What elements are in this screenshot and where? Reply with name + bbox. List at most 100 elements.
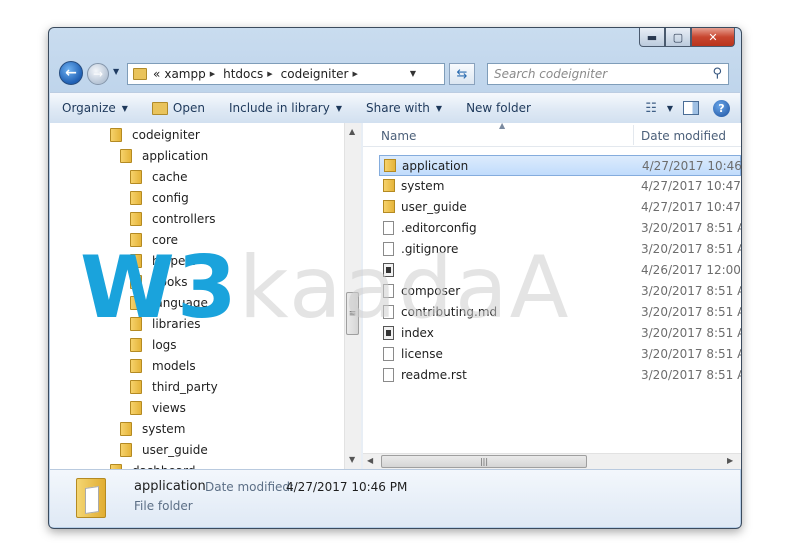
refresh-button[interactable]: ⇆ xyxy=(449,63,475,85)
tree-item[interactable]: logs xyxy=(130,334,177,355)
tree-item[interactable]: models xyxy=(130,355,196,376)
tree-item[interactable]: controllers xyxy=(130,208,216,229)
close-button[interactable]: ✕ xyxy=(691,28,735,47)
folder-icon xyxy=(120,421,132,436)
folder-icon xyxy=(76,478,106,518)
item-type: File folder xyxy=(134,499,193,513)
back-button[interactable]: ← xyxy=(59,61,83,85)
forward-arrow-icon: → xyxy=(92,67,104,81)
scroll-up-icon[interactable]: ▲ xyxy=(349,127,355,136)
tree-item[interactable]: helpers xyxy=(130,250,197,271)
search-icon[interactable]: ⚲ xyxy=(712,66,722,81)
file-row[interactable]: user_guide 4/27/2017 10:47 P xyxy=(363,197,741,218)
tree-item[interactable]: language xyxy=(130,292,208,313)
column-date-modified[interactable]: Date modified xyxy=(641,129,726,143)
tree-item-label: core xyxy=(152,232,178,247)
folder-icon xyxy=(120,148,132,163)
share-with-label: Share with xyxy=(366,101,430,115)
chevron-right-icon[interactable]: ▶ xyxy=(353,70,358,78)
change-view-icon[interactable]: ☷ xyxy=(641,101,661,116)
details-pane: application Date modified: 4/27/2017 10:… xyxy=(50,469,740,527)
file-row[interactable]: 4/26/2017 12:00 A xyxy=(363,260,741,281)
chevron-right-icon[interactable]: ▶ xyxy=(267,70,272,78)
document-icon xyxy=(383,284,394,298)
refresh-icon: ⇆ xyxy=(456,66,468,82)
file-row[interactable]: license 3/20/2017 8:51 AM xyxy=(363,344,741,365)
open-button[interactable]: Open xyxy=(140,96,217,120)
scroll-thumb[interactable]: ||| xyxy=(381,455,587,468)
tree-item[interactable]: dashboard xyxy=(110,460,195,469)
new-folder-button[interactable]: New folder xyxy=(454,96,543,120)
tree-item[interactable]: codeigniter xyxy=(110,124,200,145)
horizontal-scrollbar[interactable]: ◀ ||| ▶ xyxy=(363,453,741,469)
tree-item[interactable]: hooks xyxy=(130,271,188,292)
folder-icon xyxy=(130,253,142,268)
column-divider[interactable] xyxy=(633,125,634,145)
preview-pane-icon[interactable] xyxy=(683,101,699,115)
explorer-window: ▬ ▢ ✕ ← → ▼ « xampp ▶ htdocs ▶ codeignit… xyxy=(48,27,742,529)
folder-icon xyxy=(120,442,132,457)
chevron-right-icon[interactable]: ▶ xyxy=(210,70,215,78)
tree-item-label: config xyxy=(152,190,189,205)
file-row[interactable]: .editorconfig 3/20/2017 8:51 AI xyxy=(363,218,741,239)
address-bar[interactable]: « xampp ▶ htdocs ▶ codeigniter ▶ ▼ xyxy=(127,63,445,85)
tree-item[interactable]: core xyxy=(130,229,178,250)
scroll-down-icon[interactable]: ▼ xyxy=(349,455,355,464)
include-in-library-menu[interactable]: Include in library ▼ xyxy=(217,96,354,120)
scroll-left-icon[interactable]: ◀ xyxy=(367,456,373,465)
tree-item-label: language xyxy=(152,295,208,310)
tree-item[interactable]: user_guide xyxy=(120,439,208,460)
forward-button[interactable]: → xyxy=(87,63,109,85)
tree-item-label: logs xyxy=(152,337,177,352)
tree-item-label: models xyxy=(152,358,196,373)
application-file-icon xyxy=(383,326,394,340)
column-name[interactable]: Name xyxy=(381,129,416,143)
tree-item[interactable]: application xyxy=(120,145,208,166)
recent-pages-dropdown-icon[interactable]: ▼ xyxy=(113,67,119,76)
navigation-scrollbar[interactable]: ▲ ≡ ▼ xyxy=(344,123,361,469)
help-icon[interactable]: ? xyxy=(713,99,730,117)
file-row[interactable]: contributing.md 3/20/2017 8:51 AM xyxy=(363,302,741,323)
minimize-button[interactable]: ▬ xyxy=(639,28,665,47)
file-row[interactable]: application 4/27/2017 10:46 P xyxy=(379,155,741,176)
tree-item[interactable]: system xyxy=(120,418,185,439)
tree-item[interactable]: libraries xyxy=(130,313,200,334)
file-name: .gitignore xyxy=(401,242,459,256)
document-icon xyxy=(383,305,394,319)
file-row[interactable]: .gitignore 3/20/2017 8:51 AM xyxy=(363,239,741,260)
new-folder-label: New folder xyxy=(466,101,531,115)
scroll-right-icon[interactable]: ▶ xyxy=(727,456,733,465)
tree-item-label: codeigniter xyxy=(132,127,200,142)
organize-menu[interactable]: Organize ▼ xyxy=(50,96,140,120)
folder-icon xyxy=(130,295,142,310)
breadcrumb-htdocs[interactable]: htdocs xyxy=(223,67,263,81)
file-row[interactable]: composer 3/20/2017 8:51 A xyxy=(363,281,741,302)
document-icon xyxy=(383,221,394,235)
breadcrumb-xampp[interactable]: xampp xyxy=(164,67,205,81)
breadcrumb-codeigniter[interactable]: codeigniter xyxy=(281,67,349,81)
tree-item[interactable]: config xyxy=(130,187,189,208)
tree-item-label: user_guide xyxy=(142,442,208,457)
share-with-menu[interactable]: Share with ▼ xyxy=(354,96,454,120)
tree-item[interactable]: cache xyxy=(130,166,188,187)
tree-item-label: application xyxy=(142,148,209,163)
tree-item[interactable]: third_party xyxy=(130,376,218,397)
tree-item-label: controllers xyxy=(152,211,216,226)
tree-item[interactable]: views xyxy=(130,397,186,418)
file-date-modified: 4/26/2017 12:00 A xyxy=(641,263,741,277)
folder-icon xyxy=(383,179,395,192)
file-date-modified: 3/20/2017 8:51 AM xyxy=(641,242,741,256)
tree-item-label: hooks xyxy=(152,274,188,289)
folder-icon xyxy=(130,169,142,184)
application-file-icon xyxy=(383,263,394,277)
address-dropdown-icon[interactable]: ▼ xyxy=(410,69,416,78)
breadcrumb-overflow[interactable]: « xyxy=(153,67,160,81)
search-input[interactable]: Search codeigniter ⚲ xyxy=(487,63,729,85)
scroll-thumb[interactable]: ≡ xyxy=(346,292,359,335)
file-row[interactable]: system 4/27/2017 10:47 P xyxy=(363,176,741,197)
file-row[interactable]: readme.rst 3/20/2017 8:51 AM xyxy=(363,365,741,386)
file-name: composer xyxy=(401,284,461,298)
maximize-button[interactable]: ▢ xyxy=(665,28,691,47)
view-options-dropdown-icon[interactable]: ▼ xyxy=(667,104,673,113)
file-row[interactable]: index 3/20/2017 8:51 AM xyxy=(363,323,741,344)
